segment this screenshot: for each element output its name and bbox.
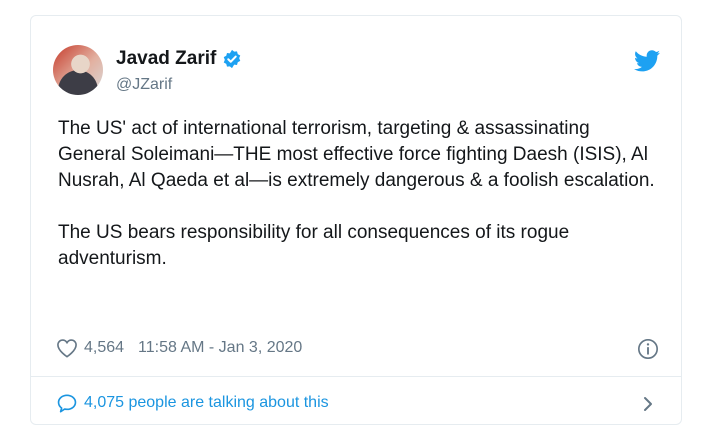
like-count[interactable]: 4,564 [84, 339, 124, 357]
heart-icon[interactable] [56, 338, 78, 358]
speech-bubble-icon [57, 394, 77, 413]
tweet-card: Javad Zarif @JZarif The US' act of inter… [30, 15, 682, 425]
conversation-link[interactable]: 4,075 people are talking about this [56, 393, 329, 413]
divider [31, 376, 681, 377]
tweet-paragraph: The US bears responsibility for all cons… [58, 222, 570, 269]
tweet-timestamp[interactable]: 11:58 AM - Jan 3, 2020 [138, 339, 302, 357]
tweet-text: The US' act of international terrorism, … [58, 116, 658, 272]
tweet-paragraph: The US' act of international terrorism, … [58, 118, 655, 191]
author-row: Javad Zarif [116, 48, 242, 70]
twitter-bird-icon[interactable] [634, 50, 660, 72]
author-handle[interactable]: @JZarif [116, 76, 172, 94]
conversation-text[interactable]: 4,075 people are talking about this [84, 394, 329, 412]
verified-badge-icon [224, 49, 241, 69]
tweet-meta: 4,564 11:58 AM - Jan 3, 2020 [56, 338, 302, 358]
info-icon[interactable] [637, 338, 659, 360]
chevron-right-icon[interactable] [641, 394, 655, 414]
avatar[interactable] [53, 45, 103, 95]
author-name[interactable]: Javad Zarif [116, 48, 216, 70]
